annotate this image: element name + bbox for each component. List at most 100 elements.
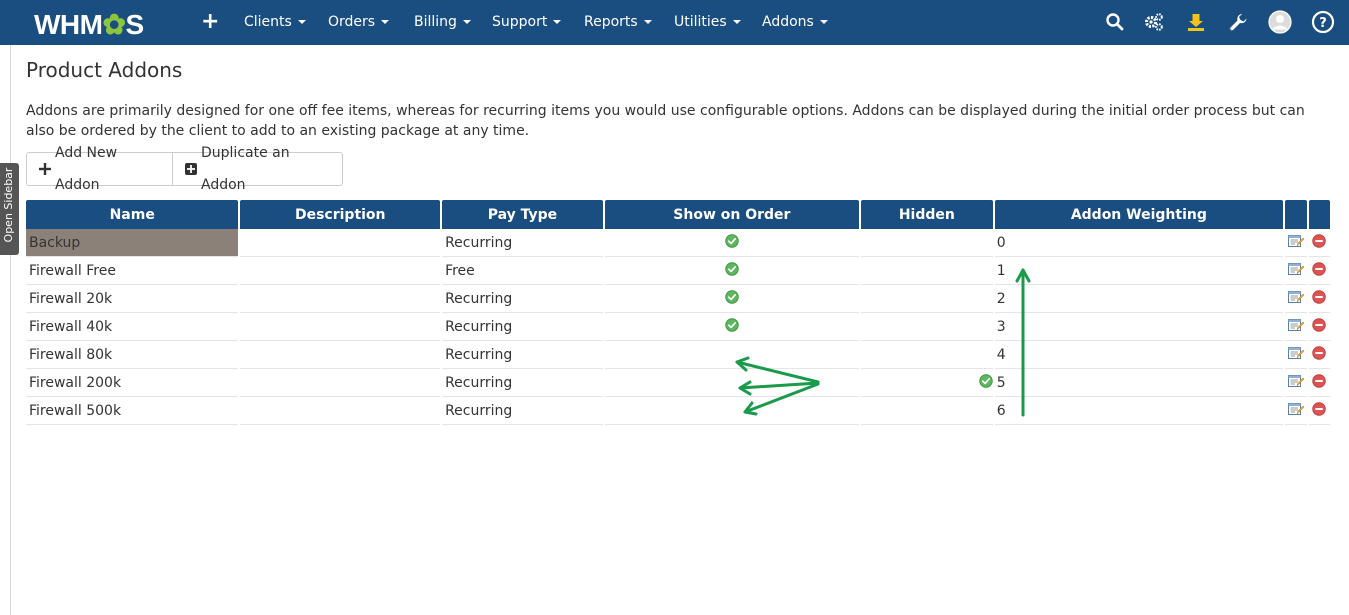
delete-icon bbox=[1312, 401, 1327, 416]
addon-pay-type: Recurring bbox=[442, 229, 603, 257]
delete-icon bbox=[1312, 345, 1327, 360]
delete-cell[interactable] bbox=[1308, 341, 1330, 369]
open-sidebar-label: Open Sidebar bbox=[2, 167, 15, 243]
table-row[interactable]: Backup Recurring 0 bbox=[26, 229, 1330, 257]
plus-square-icon bbox=[185, 163, 197, 175]
plus-icon bbox=[39, 163, 51, 175]
nav-utilities[interactable]: Utilities bbox=[674, 0, 741, 45]
whmcs-logo[interactable]: WHM✿S bbox=[34, 8, 144, 40]
user-avatar-icon[interactable] bbox=[1268, 10, 1292, 34]
addon-name[interactable]: Firewall 80k bbox=[26, 341, 239, 369]
logo-text-suffix: S bbox=[125, 9, 144, 40]
check-icon bbox=[979, 373, 993, 388]
nav-billing[interactable]: Billing bbox=[414, 0, 471, 45]
header-edit bbox=[1284, 200, 1307, 229]
table-row[interactable]: Firewall 80k Recurring 4 bbox=[26, 341, 1330, 369]
add-plus-icon[interactable]: + bbox=[201, 10, 219, 34]
header-description[interactable]: Description bbox=[240, 200, 441, 229]
table-row[interactable]: Firewall 20k Recurring 2 bbox=[26, 285, 1330, 313]
addon-name[interactable]: Firewall 200k bbox=[26, 369, 239, 397]
addon-name[interactable]: Firewall 500k bbox=[26, 397, 239, 425]
edit-cell[interactable] bbox=[1284, 369, 1307, 397]
addon-description bbox=[240, 397, 441, 425]
delete-icon bbox=[1312, 317, 1327, 332]
edit-icon bbox=[1287, 234, 1305, 247]
edit-icon bbox=[1287, 262, 1305, 275]
edit-cell[interactable] bbox=[1284, 257, 1307, 285]
edit-cell[interactable] bbox=[1284, 229, 1307, 257]
check-icon bbox=[725, 289, 739, 304]
nav-addons[interactable]: Addons bbox=[762, 0, 828, 45]
table-row[interactable]: Firewall Free Free 1 bbox=[26, 257, 1330, 285]
delete-cell[interactable] bbox=[1308, 313, 1330, 341]
addon-hidden bbox=[861, 397, 993, 425]
addon-name[interactable]: Backup bbox=[26, 229, 239, 257]
header-pay-type[interactable]: Pay Type bbox=[442, 200, 603, 229]
addon-weighting: 2 bbox=[994, 285, 1283, 313]
edit-cell[interactable] bbox=[1284, 313, 1307, 341]
header-hidden[interactable]: Hidden bbox=[861, 200, 993, 229]
add-new-addon-label: Add New Addon bbox=[55, 145, 118, 193]
table-row[interactable]: Firewall 200k Recurring 5 bbox=[26, 369, 1330, 397]
nav-reports[interactable]: Reports bbox=[584, 0, 652, 45]
header-name[interactable]: Name bbox=[26, 200, 239, 229]
addon-description bbox=[240, 257, 441, 285]
help-icon[interactable]: ? bbox=[1311, 10, 1335, 34]
nav-support[interactable]: Support bbox=[492, 0, 562, 45]
addon-hidden bbox=[861, 313, 993, 341]
wrench-icon[interactable] bbox=[1227, 11, 1249, 33]
duplicate-addon-button[interactable]: Duplicate an Addon bbox=[172, 145, 343, 193]
table-row[interactable]: Firewall 40k Recurring 3 bbox=[26, 313, 1330, 341]
chevron-down-icon bbox=[819, 20, 828, 24]
table-row[interactable]: Firewall 500k Recurring 6 bbox=[26, 397, 1330, 425]
addon-name[interactable]: Firewall 40k bbox=[26, 313, 239, 341]
gears-icon[interactable] bbox=[1143, 11, 1165, 33]
logo-text-prefix: WHM bbox=[34, 9, 103, 40]
header-show-on-order[interactable]: Show on Order bbox=[604, 200, 859, 229]
addon-weighting: 5 bbox=[994, 369, 1283, 397]
nav-billing-label: Billing bbox=[414, 14, 457, 30]
svg-text:?: ? bbox=[1319, 16, 1327, 31]
delete-cell[interactable] bbox=[1308, 257, 1330, 285]
addons-table: Name Description Pay Type Show on Order … bbox=[24, 200, 1332, 425]
edit-cell[interactable] bbox=[1284, 397, 1307, 425]
nav-reports-label: Reports bbox=[584, 14, 638, 30]
table-header-row: Name Description Pay Type Show on Order … bbox=[26, 200, 1330, 229]
addon-show-on-order bbox=[604, 369, 859, 397]
addon-description bbox=[240, 369, 441, 397]
addon-hidden bbox=[861, 285, 993, 313]
addon-weighting: 3 bbox=[994, 313, 1283, 341]
nav-orders[interactable]: Orders bbox=[328, 0, 390, 45]
add-new-addon-button[interactable]: Add New Addon bbox=[26, 145, 173, 193]
addon-description bbox=[240, 229, 441, 257]
edit-cell[interactable] bbox=[1284, 285, 1307, 313]
addon-hidden bbox=[861, 257, 993, 285]
addon-name[interactable]: Firewall Free bbox=[26, 257, 239, 285]
search-icon[interactable] bbox=[1104, 11, 1126, 33]
download-icon[interactable] bbox=[1185, 11, 1207, 33]
addon-pay-type: Recurring bbox=[442, 313, 603, 341]
page-description: Addons are primarily designed for one of… bbox=[26, 103, 1305, 139]
delete-cell[interactable] bbox=[1308, 229, 1330, 257]
duplicate-addon-label: Duplicate an Addon bbox=[201, 145, 290, 193]
addon-show-on-order bbox=[604, 341, 859, 369]
delete-cell[interactable] bbox=[1308, 285, 1330, 313]
addon-description bbox=[240, 341, 441, 369]
addon-weighting: 1 bbox=[994, 257, 1283, 285]
delete-cell[interactable] bbox=[1308, 369, 1330, 397]
logo-gear-icon: ✿ bbox=[102, 9, 126, 40]
top-navbar: WHM✿S + Clients Orders Billing Support R… bbox=[0, 0, 1349, 45]
header-addon-weighting[interactable]: Addon Weighting bbox=[994, 200, 1283, 229]
header-delete bbox=[1308, 200, 1330, 229]
addon-description bbox=[240, 313, 441, 341]
delete-icon bbox=[1312, 233, 1327, 248]
open-sidebar-tab[interactable]: Open Sidebar bbox=[0, 163, 19, 255]
addon-pay-type: Recurring bbox=[442, 369, 603, 397]
addon-name[interactable]: Firewall 20k bbox=[26, 285, 239, 313]
addon-actions: Add New Addon Duplicate an Addon bbox=[26, 145, 343, 193]
nav-clients[interactable]: Clients bbox=[244, 0, 306, 45]
delete-cell[interactable] bbox=[1308, 397, 1330, 425]
edit-cell[interactable] bbox=[1284, 341, 1307, 369]
chevron-down-icon bbox=[462, 20, 471, 24]
nav-addons-label: Addons bbox=[762, 14, 814, 30]
